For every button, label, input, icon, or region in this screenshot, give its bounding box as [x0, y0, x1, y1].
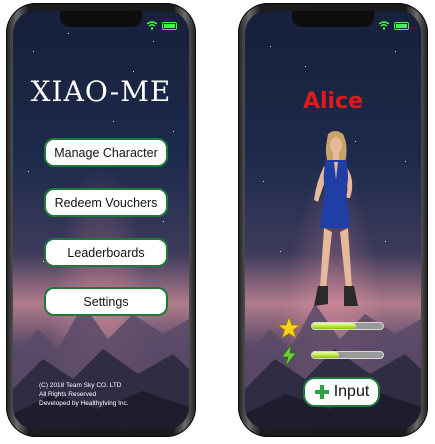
- battery-icon: [394, 21, 409, 30]
- manage-character-button[interactable]: Manage Character: [44, 138, 168, 167]
- plus-icon: [314, 385, 329, 399]
- footer-line-rights: All Rights Reserved: [39, 391, 97, 398]
- app-title: XIAO-ME: [30, 75, 172, 108]
- settings-button[interactable]: Settings: [44, 287, 168, 316]
- redeem-vouchers-button[interactable]: Redeem Vouchers: [44, 188, 168, 217]
- energy-progress-fill: [312, 352, 339, 358]
- footer-line-developer: Developed by HealthyIving Inc.: [39, 400, 129, 407]
- wifi-icon: [146, 21, 158, 30]
- status-bar: [378, 21, 409, 30]
- input-button-label: Input: [333, 383, 370, 400]
- star-progress-bar: [311, 322, 384, 330]
- notch: [60, 11, 142, 27]
- notch: [292, 11, 374, 27]
- wifi-icon: [378, 21, 390, 30]
- leaderboards-button[interactable]: Leaderboards: [44, 238, 168, 267]
- status-bar: [146, 21, 177, 30]
- energy-progress-bar: [311, 351, 384, 359]
- character-name: Alice: [302, 89, 364, 114]
- battery-icon: [162, 21, 177, 30]
- input-button[interactable]: Input: [303, 377, 380, 407]
- star-icon: [277, 316, 301, 339]
- phone-frame-menu: XIAO-ME Manage Character Redeem Vouchers…: [6, 3, 196, 437]
- menu-screen: XIAO-ME Manage Character Redeem Vouchers…: [13, 11, 189, 429]
- footer-line-copyright: (C) 2018 Team Sky CO. LTD: [39, 382, 122, 389]
- phone-frame-character: Alice Input: [238, 3, 428, 437]
- lightning-icon: [281, 344, 297, 368]
- copyright-footer: (C) 2018 Team Sky CO. LTD All Rights Res…: [39, 381, 129, 408]
- character-screen: Alice Input: [245, 11, 421, 429]
- character-avatar: [314, 131, 358, 306]
- star-progress-fill: [312, 323, 357, 329]
